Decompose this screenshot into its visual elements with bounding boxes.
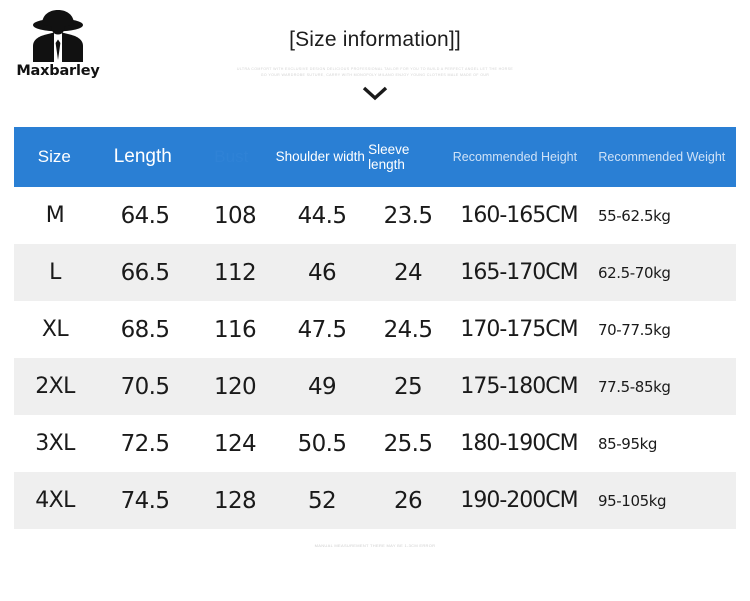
cell-size: 2XL xyxy=(35,374,75,399)
cell-length: 70.5 xyxy=(120,373,170,400)
cell-shoulder: 49 xyxy=(307,373,337,400)
cell-bust: 112 xyxy=(213,259,257,286)
table-row: 4XL 74.5 128 52 26 190-200CM 95-105kg xyxy=(14,472,736,529)
cell-bust: 128 xyxy=(213,487,257,514)
cell-weight: 85-95kg xyxy=(598,434,657,453)
size-chart-table: Size Length Bust Shoulder width Sleeve l… xyxy=(14,127,736,529)
table-row: 3XL 72.5 124 50.5 25.5 180-190CM 85-95kg xyxy=(14,415,736,472)
cell-bust: 116 xyxy=(213,316,257,343)
table-row: M 64.5 108 44.5 23.5 160-165CM 55-62.5kg xyxy=(14,187,736,244)
cell-sleeve: 25 xyxy=(393,373,423,400)
cell-sleeve: 26 xyxy=(393,487,423,514)
column-header-size: Size xyxy=(37,147,71,167)
cell-length: 68.5 xyxy=(120,316,170,343)
cell-bust: 108 xyxy=(213,202,257,229)
cell-shoulder: 50.5 xyxy=(297,430,347,457)
table-row: XL 68.5 116 47.5 24.5 170-175CM 70-77.5k… xyxy=(14,301,736,358)
cell-height: 165-170CM xyxy=(460,260,578,285)
cell-length: 72.5 xyxy=(120,430,170,457)
cell-weight: 55-62.5kg xyxy=(598,206,671,225)
cell-height: 170-175CM xyxy=(460,317,578,342)
cell-size: M xyxy=(45,203,65,228)
cell-length: 66.5 xyxy=(120,259,170,286)
column-header-bust: Bust xyxy=(214,147,249,167)
cell-size: L xyxy=(49,260,61,285)
cell-length: 64.5 xyxy=(120,202,170,229)
cell-sleeve: 24.5 xyxy=(383,316,433,343)
cell-size: XL xyxy=(41,317,69,342)
cell-weight: 62.5-70kg xyxy=(598,263,671,282)
cell-bust: 124 xyxy=(213,430,257,457)
cell-height: 190-200CM xyxy=(460,488,578,513)
cell-shoulder: 44.5 xyxy=(297,202,347,229)
column-header-shoulder-width: Shoulder width xyxy=(275,149,365,165)
cell-weight: 70-77.5kg xyxy=(598,320,671,339)
cell-bust: 120 xyxy=(213,373,257,400)
cell-weight: 95-105kg xyxy=(598,491,667,510)
column-header-recommended-height: Recommended Height xyxy=(452,150,578,164)
cell-size: 4XL xyxy=(35,488,75,513)
column-header-recommended-weight: Recommended Weight xyxy=(598,150,726,164)
cell-size: 3XL xyxy=(35,431,75,456)
table-row: 2XL 70.5 120 49 25 175-180CM 77.5-85kg xyxy=(14,358,736,415)
page-title: [Size information]] xyxy=(289,28,461,51)
header-block: [Size information]] ULTRA COMFORT WITH E… xyxy=(0,28,750,101)
cell-shoulder: 52 xyxy=(307,487,337,514)
column-header-sleeve-length: Sleeve length xyxy=(368,141,410,172)
chevron-down-icon xyxy=(362,86,388,100)
cell-weight: 77.5-85kg xyxy=(598,377,671,396)
cell-shoulder: 46 xyxy=(307,259,337,286)
cell-height: 180-190CM xyxy=(460,431,578,456)
header-subtitle: ULTRA COMFORT WITH EXCLUSIVE DESIGN DELI… xyxy=(236,67,514,78)
cell-sleeve: 25.5 xyxy=(383,430,433,457)
table-header-row: Size Length Bust Shoulder width Sleeve l… xyxy=(14,127,736,187)
table-row: L 66.5 112 46 24 165-170CM 62.5-70kg xyxy=(14,244,736,301)
measurement-footnote: MANUAL MEASUREMENT THERE MAY BE 1-3CM ER… xyxy=(314,543,436,548)
column-header-length: Length xyxy=(113,146,172,168)
cell-length: 74.5 xyxy=(120,487,170,514)
cell-height: 175-180CM xyxy=(460,374,578,399)
cell-height: 160-165CM xyxy=(460,203,578,228)
cell-sleeve: 23.5 xyxy=(383,202,433,229)
cell-sleeve: 24 xyxy=(393,259,423,286)
cell-shoulder: 47.5 xyxy=(297,316,347,343)
